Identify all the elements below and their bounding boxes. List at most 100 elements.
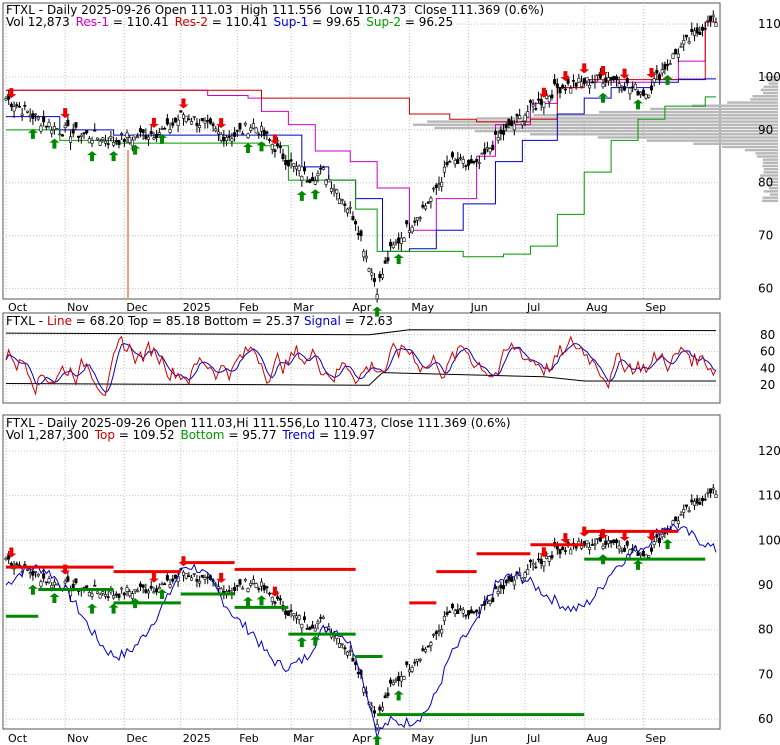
candle-body [190,577,194,581]
candle-body [286,160,290,167]
candle-body [590,81,594,84]
candle-body [504,124,508,128]
candle-body [652,541,656,545]
y-tick-label: 100 [758,533,780,547]
candle-body [545,555,549,559]
candle-body [198,125,202,128]
candle-body [200,574,204,578]
candle-body [649,547,653,552]
candle-body [609,77,613,81]
candle-body [429,197,433,202]
candle-body [378,706,382,711]
candle-body [292,163,296,167]
candle-body [389,241,393,247]
candle-body [372,278,376,282]
candle-body [187,118,191,121]
candle-body [464,165,468,167]
candle-body [284,610,288,615]
candle-body [536,98,540,101]
x-tick-label: Mar [293,732,314,745]
candle-body [450,603,454,609]
candle-body [475,609,479,613]
candle-body [257,588,261,590]
candle-body [674,516,678,522]
candle-body [203,120,207,124]
candle-body [300,176,304,181]
candle-body [711,14,715,18]
candle-body [442,616,446,622]
candle-body [676,520,680,525]
candle-body [321,616,325,619]
candle-body [539,558,543,564]
candle-body [502,585,506,590]
candle-body [617,545,621,550]
candle-body [82,132,86,135]
candle-body [289,609,293,612]
candle-body [87,591,91,597]
x-tick-label: May [411,301,434,314]
candle-body [703,27,707,30]
x-tick-label: Jul [526,301,540,314]
candle-body [122,139,126,142]
y-tick-label: 110 [758,17,780,31]
candle-body [461,609,465,614]
candle-body [711,487,715,490]
candle-body [238,123,242,130]
candle-body [623,547,627,552]
candle-body [684,34,688,38]
candle-body [324,179,328,185]
candle-body [644,93,648,99]
candle-body [547,556,551,562]
candle-body [550,94,554,99]
candle-body [590,544,594,546]
candle-body [469,609,473,614]
candle-body [128,591,132,597]
candle-body [682,509,686,513]
candle-body [596,538,600,540]
candle-body [679,514,683,516]
candle-body [636,90,640,96]
candle-body [305,180,309,183]
candle-body [168,129,172,133]
candle-body [249,127,253,131]
candle-body [692,501,696,506]
candle-body [692,30,696,36]
candle-body [101,591,105,594]
candle-body [585,77,589,82]
candle-body [173,574,177,579]
candle-body [580,81,584,87]
candle-body [69,136,73,143]
candle-body [138,583,142,587]
candle-body [472,611,476,614]
candle-body [598,537,602,542]
candle-body [410,666,414,672]
candle-body [160,583,164,586]
candle-body [633,83,637,90]
volume-profile-bar [434,126,778,130]
volume-profile-bar [763,171,778,174]
candle-body [17,105,21,108]
candle-body [714,494,718,498]
candle-body [9,103,13,107]
candle-body [147,590,151,594]
candle-body [120,587,124,590]
candle-body [211,123,215,127]
candle-body [168,584,172,588]
candle-body [421,648,425,651]
y-tick-label: 90 [758,123,773,137]
candle-body [499,584,503,589]
candle-body [383,695,387,699]
volume-profile-bar [762,161,778,165]
candle-body [628,87,632,95]
candle-body [329,188,333,192]
y-tick-label: 60 [758,712,773,726]
candle-body [424,205,428,210]
price-legend: Vol 12,873 Res-1 = 110.41 Res-2 = 110.41… [6,15,453,29]
candle-body [378,274,382,279]
x-tick-label: Nov [67,301,89,314]
candle-body [337,198,341,204]
candle-body [85,585,89,588]
candle-body [386,692,390,697]
candle-body [192,115,196,118]
candle-body [402,237,406,242]
